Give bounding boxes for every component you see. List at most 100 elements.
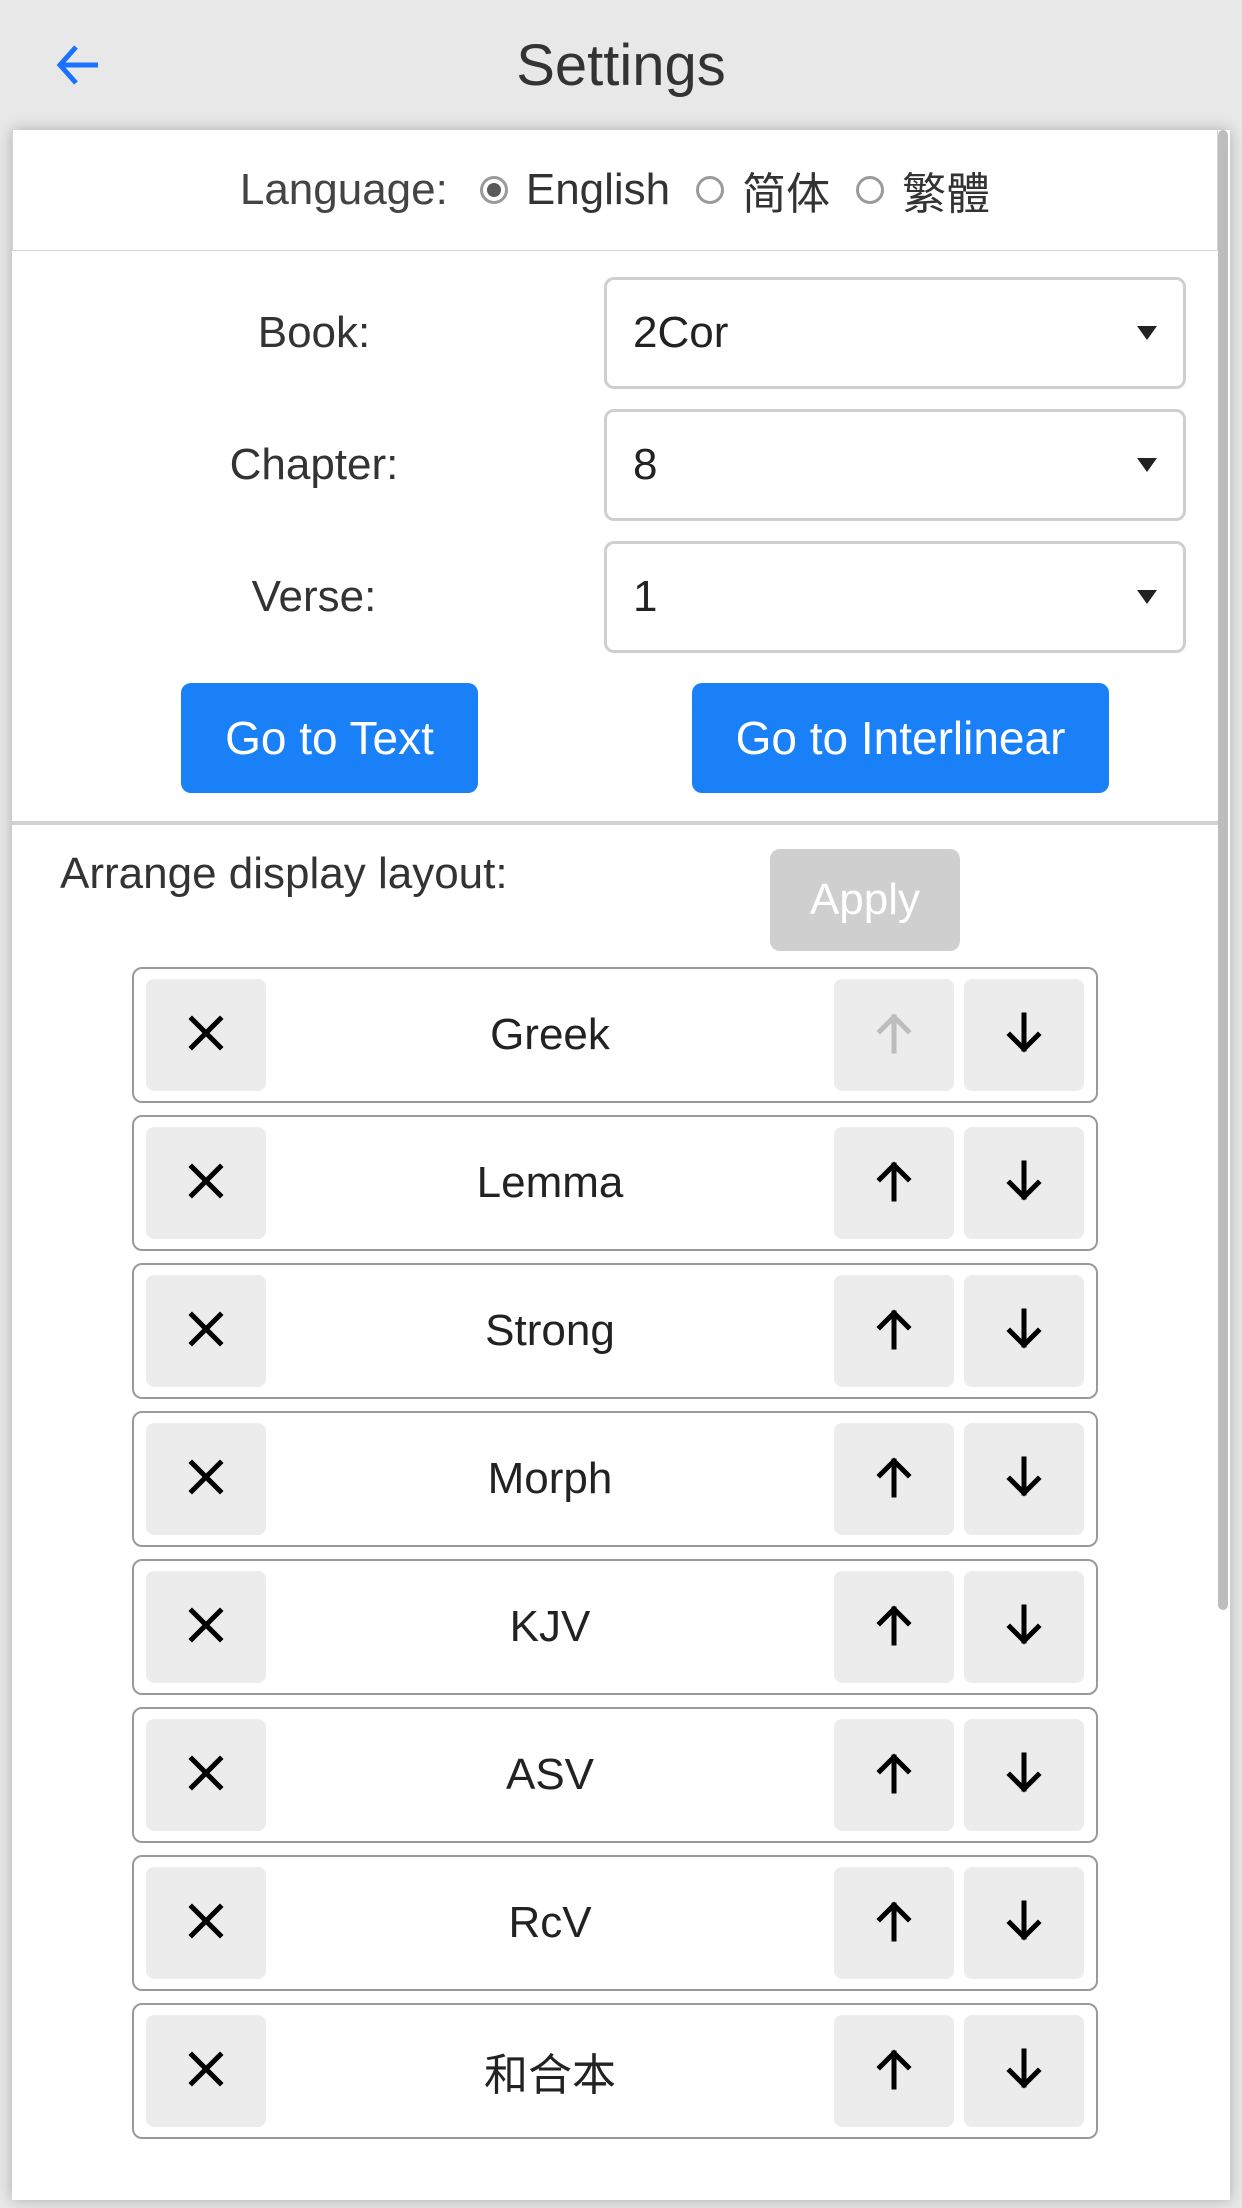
remove-button[interactable]: [146, 1719, 266, 1831]
app-header: Settings: [0, 0, 1242, 130]
arrow-up-icon: [870, 1305, 918, 1358]
move-down-button[interactable]: [964, 1423, 1084, 1535]
radio-simplified[interactable]: [696, 176, 724, 204]
remove-button[interactable]: [146, 2015, 266, 2127]
chapter-label: Chapter:: [44, 440, 604, 490]
layout-item: ASV: [132, 1707, 1098, 1843]
close-icon: [182, 1157, 230, 1210]
go-to-interlinear-button[interactable]: Go to Interlinear: [692, 683, 1110, 793]
move-up-button[interactable]: [834, 1867, 954, 1979]
move-down-button[interactable]: [964, 1275, 1084, 1387]
move-up-button[interactable]: [834, 1127, 954, 1239]
arrow-up-icon: [870, 1157, 918, 1210]
language-option-english[interactable]: English: [526, 165, 670, 215]
close-icon: [182, 1897, 230, 1950]
close-icon: [182, 1749, 230, 1802]
layout-item-label: Greek: [276, 1010, 824, 1060]
move-down-button[interactable]: [964, 1127, 1084, 1239]
go-to-text-button[interactable]: Go to Text: [181, 683, 478, 793]
layout-list: Greek Lemma Strong Morph KJV ASV RcV 和合本: [12, 961, 1218, 2139]
arrow-up-icon: [870, 1897, 918, 1950]
nav-buttons-row: Go to Text Go to Interlinear: [12, 663, 1218, 821]
layout-item: Morph: [132, 1411, 1098, 1547]
arrow-down-icon: [1000, 1601, 1048, 1654]
close-icon: [182, 1305, 230, 1358]
arrange-label: Arrange display layout:: [60, 849, 730, 899]
book-select[interactable]: 2Cor: [604, 277, 1186, 389]
arrow-left-icon: [54, 41, 102, 89]
move-down-button[interactable]: [964, 1867, 1084, 1979]
chevron-down-icon: [1137, 326, 1157, 340]
language-row: Language: English 简体 繁體: [12, 130, 1218, 251]
remove-button[interactable]: [146, 1867, 266, 1979]
arrow-up-icon: [870, 1453, 918, 1506]
book-label: Book:: [44, 308, 604, 358]
back-button[interactable]: [48, 35, 108, 95]
close-icon: [182, 1601, 230, 1654]
close-icon: [182, 1009, 230, 1062]
move-up-button[interactable]: [834, 1275, 954, 1387]
language-option-traditional[interactable]: 繁體: [902, 158, 990, 222]
move-up-button[interactable]: [834, 1423, 954, 1535]
layout-item-label: Morph: [276, 1454, 824, 1504]
arrow-down-icon: [1000, 2045, 1048, 2098]
layout-item: Greek: [132, 967, 1098, 1103]
verse-select[interactable]: 1: [604, 541, 1186, 653]
move-down-button[interactable]: [964, 1719, 1084, 1831]
verse-value: 1: [633, 572, 657, 622]
arrow-down-icon: [1000, 1157, 1048, 1210]
remove-button[interactable]: [146, 1275, 266, 1387]
layout-item: Strong: [132, 1263, 1098, 1399]
chapter-row: Chapter: 8: [12, 399, 1218, 531]
arrow-down-icon: [1000, 1009, 1048, 1062]
verse-row: Verse: 1: [12, 531, 1218, 663]
move-down-button[interactable]: [964, 2015, 1084, 2127]
arrange-header: Arrange display layout: Apply: [12, 825, 1218, 961]
remove-button[interactable]: [146, 1127, 266, 1239]
radio-traditional[interactable]: [856, 176, 884, 204]
layout-item-label: KJV: [276, 1602, 824, 1652]
scrollbar[interactable]: [1218, 130, 1228, 1610]
remove-button[interactable]: [146, 1571, 266, 1683]
move-up-button[interactable]: [834, 1719, 954, 1831]
layout-item-label: Strong: [276, 1306, 824, 1356]
move-down-button[interactable]: [964, 1571, 1084, 1683]
layout-item: 和合本: [132, 2003, 1098, 2139]
language-label: Language:: [240, 165, 448, 215]
arrow-up-icon: [870, 1749, 918, 1802]
move-down-button[interactable]: [964, 979, 1084, 1091]
close-icon: [182, 1453, 230, 1506]
close-icon: [182, 2045, 230, 2098]
arrow-down-icon: [1000, 1749, 1048, 1802]
move-up-button: [834, 979, 954, 1091]
arrow-up-icon: [870, 1009, 918, 1062]
radio-english[interactable]: [480, 176, 508, 204]
arrow-down-icon: [1000, 1305, 1048, 1358]
chevron-down-icon: [1137, 590, 1157, 604]
layout-item: RcV: [132, 1855, 1098, 1991]
arrow-up-icon: [870, 1601, 918, 1654]
page-title: Settings: [0, 32, 1242, 99]
book-row: Book: 2Cor: [12, 267, 1218, 399]
layout-item-label: Lemma: [276, 1158, 824, 1208]
layout-item: KJV: [132, 1559, 1098, 1695]
move-up-button[interactable]: [834, 2015, 954, 2127]
remove-button[interactable]: [146, 1423, 266, 1535]
layout-item: Lemma: [132, 1115, 1098, 1251]
arrow-up-icon: [870, 2045, 918, 2098]
verse-label: Verse:: [44, 572, 604, 622]
book-value: 2Cor: [633, 308, 728, 358]
layout-item-label: ASV: [276, 1750, 824, 1800]
arrow-down-icon: [1000, 1453, 1048, 1506]
language-option-simplified[interactable]: 简体: [742, 158, 830, 222]
layout-item-label: 和合本: [276, 2039, 824, 2103]
chevron-down-icon: [1137, 458, 1157, 472]
apply-button[interactable]: Apply: [770, 849, 960, 951]
arrow-down-icon: [1000, 1897, 1048, 1950]
layout-item-label: RcV: [276, 1898, 824, 1948]
move-up-button[interactable]: [834, 1571, 954, 1683]
chapter-value: 8: [633, 440, 657, 490]
remove-button[interactable]: [146, 979, 266, 1091]
settings-sheet: Language: English 简体 繁體 Book: 2Cor Chapt…: [12, 130, 1230, 2200]
chapter-select[interactable]: 8: [604, 409, 1186, 521]
